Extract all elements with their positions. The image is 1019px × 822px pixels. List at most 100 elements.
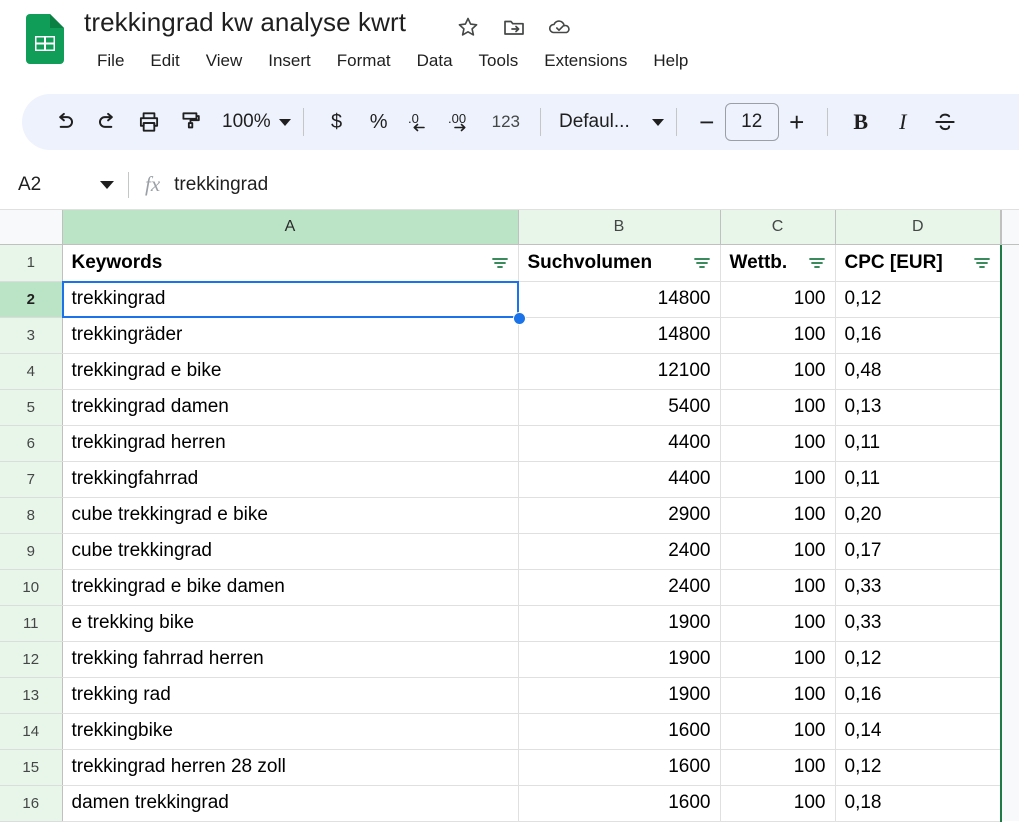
cell-wettb[interactable]: 100 — [720, 641, 836, 678]
cell-cpc[interactable]: 0,14 — [835, 713, 1002, 750]
menu-item-file[interactable]: File — [84, 48, 137, 74]
row-header[interactable]: 7 — [0, 461, 63, 498]
redo-button[interactable] — [86, 101, 128, 143]
cell-keyword[interactable]: trekkingrad herren — [62, 425, 519, 462]
column-header-c[interactable]: C — [720, 210, 836, 245]
cell-wettb[interactable]: 100 — [720, 677, 836, 714]
cell-wettb[interactable]: 100 — [720, 389, 836, 426]
table-row[interactable]: 11 e trekking bike 1900 100 0,33 — [0, 605, 1019, 642]
filter-icon[interactable] — [693, 256, 711, 270]
cell-suchvolumen[interactable]: 2400 — [518, 533, 721, 570]
cell-suchvolumen[interactable]: 1900 — [518, 677, 721, 714]
more-formats-button[interactable]: 123 — [484, 101, 528, 143]
cell-keyword[interactable]: trekkingrad herren 28 zoll — [62, 749, 519, 786]
cell-suchvolumen[interactable]: 2400 — [518, 569, 721, 606]
menu-item-tools[interactable]: Tools — [466, 48, 532, 74]
cell-cpc[interactable]: 0,12 — [835, 641, 1002, 678]
row-header[interactable]: 14 — [0, 713, 63, 750]
format-percent-button[interactable]: % — [358, 101, 400, 143]
cell-wettb[interactable]: 100 — [720, 281, 836, 318]
decrease-decimal-button[interactable]: .0 — [400, 101, 442, 143]
row-header[interactable]: 12 — [0, 641, 63, 678]
column-header-b[interactable]: B — [518, 210, 721, 245]
cell-cpc[interactable]: 0,16 — [835, 317, 1002, 354]
cell-suchvolumen[interactable]: 4400 — [518, 461, 721, 498]
menu-item-help[interactable]: Help — [640, 48, 701, 74]
row-header[interactable]: 9 — [0, 533, 63, 570]
menu-item-data[interactable]: Data — [404, 48, 466, 74]
row-header[interactable]: 6 — [0, 425, 63, 462]
cell-suchvolumen[interactable]: 1600 — [518, 785, 721, 822]
cell-suchvolumen[interactable]: 1600 — [518, 749, 721, 786]
cell-wettb[interactable]: 100 — [720, 713, 836, 750]
cell-keyword[interactable]: cube trekkingrad e bike — [62, 497, 519, 534]
font-family-selector[interactable]: Defaul... — [553, 111, 664, 133]
table-row[interactable]: 2 trekkingrad 14800 100 0,12 — [0, 281, 1019, 318]
menu-item-extensions[interactable]: Extensions — [531, 48, 640, 74]
cell-wettb[interactable]: 100 — [720, 353, 836, 390]
cell-wettb[interactable]: 100 — [720, 749, 836, 786]
filter-icon[interactable] — [973, 256, 991, 270]
cell-cpc[interactable]: 0,48 — [835, 353, 1002, 390]
row-header[interactable]: 4 — [0, 353, 63, 390]
column-header-a[interactable]: A — [62, 210, 519, 245]
cell-wettb[interactable]: 100 — [720, 497, 836, 534]
document-title[interactable]: trekkingrad kw analyse kwrt — [84, 7, 406, 38]
table-row[interactable]: 10 trekkingrad e bike damen 2400 100 0,3… — [0, 569, 1019, 606]
cell-keyword[interactable]: e trekking bike — [62, 605, 519, 642]
cell-suchvolumen[interactable]: 14800 — [518, 317, 721, 354]
menu-item-format[interactable]: Format — [324, 48, 404, 74]
row-header[interactable]: 5 — [0, 389, 63, 426]
cell-keyword[interactable]: trekkingrad damen — [62, 389, 519, 426]
print-button[interactable] — [128, 101, 170, 143]
row-header[interactable]: 15 — [0, 749, 63, 786]
row-header[interactable]: 10 — [0, 569, 63, 606]
strikethrough-button[interactable] — [924, 101, 966, 143]
header-cell-keywords[interactable]: Keywords — [62, 244, 519, 282]
name-box[interactable]: A2 — [0, 174, 128, 196]
cell-suchvolumen[interactable]: 12100 — [518, 353, 721, 390]
cell-wettb[interactable]: 100 — [720, 569, 836, 606]
row-header[interactable]: 2 — [0, 281, 63, 318]
row-header-1[interactable]: 1 — [0, 244, 63, 282]
header-cell-wettb[interactable]: Wettb. — [720, 244, 836, 282]
chevron-down-icon[interactable] — [100, 180, 114, 189]
table-row[interactable]: 13 trekking rad 1900 100 0,16 — [0, 677, 1019, 714]
table-row[interactable]: 14 trekkingbike 1600 100 0,14 — [0, 713, 1019, 750]
table-row[interactable]: 16 damen trekkingrad 1600 100 0,18 — [0, 785, 1019, 822]
cell-keyword[interactable]: trekking rad — [62, 677, 519, 714]
cell-keyword[interactable]: trekkingrad e bike — [62, 353, 519, 390]
filter-icon[interactable] — [808, 256, 826, 270]
cell-keyword[interactable]: cube trekkingrad — [62, 533, 519, 570]
cell-cpc[interactable]: 0,13 — [835, 389, 1002, 426]
row-header[interactable]: 3 — [0, 317, 63, 354]
table-row[interactable]: 5 trekkingrad damen 5400 100 0,13 — [0, 389, 1019, 426]
cell-cpc[interactable]: 0,12 — [835, 749, 1002, 786]
cell-suchvolumen[interactable]: 14800 — [518, 281, 721, 318]
column-header-d[interactable]: D — [835, 210, 1002, 245]
cell-keyword[interactable]: trekkingrad — [62, 281, 519, 318]
star-icon[interactable] — [455, 14, 481, 40]
increase-decimal-button[interactable]: .00 — [442, 101, 484, 143]
zoom-control[interactable]: 100% — [216, 111, 291, 133]
cell-suchvolumen[interactable]: 1900 — [518, 641, 721, 678]
italic-button[interactable]: I — [882, 101, 924, 143]
filter-icon[interactable] — [491, 256, 509, 270]
cell-cpc[interactable]: 0,11 — [835, 461, 1002, 498]
cell-wettb[interactable]: 100 — [720, 785, 836, 822]
table-row[interactable]: 8 cube trekkingrad e bike 2900 100 0,20 — [0, 497, 1019, 534]
cell-cpc[interactable]: 0,33 — [835, 605, 1002, 642]
bold-button[interactable]: B — [840, 101, 882, 143]
table-row[interactable]: 7 trekkingfahrrad 4400 100 0,11 — [0, 461, 1019, 498]
increase-font-size-button[interactable]: + — [779, 107, 815, 138]
font-size-input[interactable]: 12 — [724, 103, 779, 141]
table-row[interactable]: 12 trekking fahrrad herren 1900 100 0,12 — [0, 641, 1019, 678]
cell-keyword[interactable]: trekkingräder — [62, 317, 519, 354]
formula-input[interactable]: trekkingrad — [174, 174, 268, 196]
cell-wettb[interactable]: 100 — [720, 317, 836, 354]
google-sheets-logo[interactable] — [26, 14, 64, 64]
menu-item-view[interactable]: View — [193, 48, 256, 74]
move-to-folder-icon[interactable] — [501, 14, 527, 40]
cell-cpc[interactable]: 0,33 — [835, 569, 1002, 606]
cell-wettb[interactable]: 100 — [720, 425, 836, 462]
